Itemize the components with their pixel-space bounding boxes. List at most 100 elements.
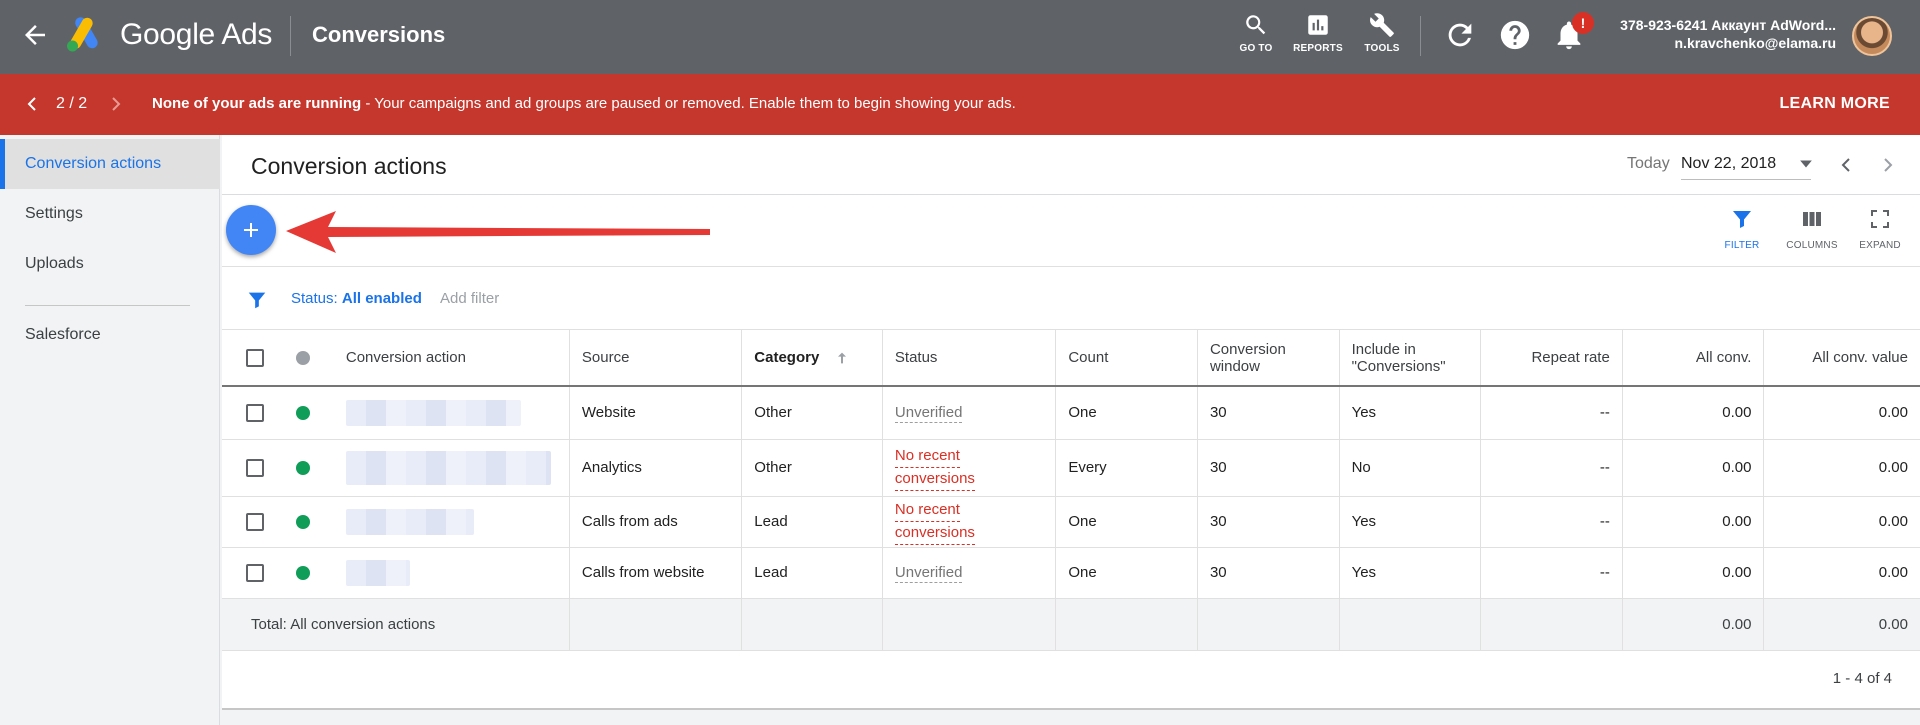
count-cell: Every (1055, 439, 1198, 497)
chevron-right-icon[interactable] (1876, 153, 1900, 177)
count-cell: One (1055, 496, 1198, 548)
go-to-button[interactable]: GO TO (1226, 12, 1286, 62)
conversion-name-redacted[interactable] (345, 399, 521, 426)
conversion-name-cell[interactable] (333, 439, 570, 497)
all-conv-cell: 0.00 (1622, 439, 1765, 497)
col-header-all-conv-value[interactable]: All conv. value (1763, 330, 1920, 387)
category-cell: Other (741, 439, 883, 497)
conversion-name-cell[interactable] (333, 496, 570, 548)
sidebar-item-salesforce[interactable]: Salesforce (0, 310, 220, 360)
account-info[interactable]: 378-923-6241 Аккаунт AdWord... n.kravche… (1620, 16, 1836, 52)
count-cell: One (1055, 386, 1198, 440)
account-name: 378-923-6241 Аккаунт AdWord... (1620, 17, 1836, 33)
status-text[interactable]: Unverified (894, 403, 963, 423)
col-header-status[interactable]: Status (882, 330, 1057, 387)
col-header-all-conv[interactable]: All conv. (1622, 330, 1765, 387)
page-title: Conversion actions (251, 153, 447, 179)
conversion-name-cell[interactable] (333, 547, 570, 599)
row-checkbox[interactable] (246, 512, 264, 531)
status-text-line: No recent (894, 445, 960, 468)
filter-icon (1733, 211, 1751, 228)
col-header-include[interactable]: Include in "Conversions" (1339, 330, 1482, 387)
expand-button[interactable]: EXPAND (1850, 207, 1910, 251)
alert-text: - Your campaigns and ad groups are pause… (361, 95, 1016, 112)
sort-up-icon (837, 352, 846, 364)
refresh-icon[interactable] (1443, 18, 1477, 52)
brand-name: Google Ads (120, 18, 273, 51)
filter-icon (248, 292, 266, 309)
dropdown-arrow-icon[interactable] (1799, 157, 1813, 171)
row-select-cell (222, 439, 268, 497)
status-cell: Unverified (882, 386, 1057, 440)
filter-button[interactable]: FILTER (1712, 207, 1772, 251)
add-filter-button[interactable]: Add filter (440, 290, 499, 307)
columns-icon (1803, 212, 1821, 226)
sidebar: Conversion actions Settings Uploads Sale… (0, 135, 220, 725)
sidebar-item-uploads[interactable]: Uploads (0, 239, 220, 289)
filter-label: FILTER (1724, 240, 1760, 251)
all-conv-cell: 0.00 (1622, 496, 1765, 548)
source-cell: Analytics (569, 439, 743, 497)
all-conv-value-cell: 0.00 (1763, 547, 1920, 599)
status-filter-chip[interactable]: Status: All enabled (291, 290, 422, 307)
status-text[interactable]: No recent conversions (894, 445, 975, 491)
row-checkbox[interactable] (246, 458, 264, 477)
sidebar-item-conversion-actions[interactable]: Conversion actions (0, 139, 220, 189)
conversion-name-redacted[interactable] (345, 450, 551, 485)
col-header-conversion-window[interactable]: Conversion window (1197, 330, 1340, 387)
include-cell: Yes (1339, 547, 1482, 599)
add-conversion-button[interactable] (226, 205, 276, 255)
status-dot-enabled[interactable] (296, 515, 311, 530)
status-dot-header-icon[interactable] (296, 351, 311, 366)
status-dot-enabled[interactable] (296, 461, 311, 476)
filter-bar: Status: All enabled Add filter (222, 268, 1920, 330)
col-header-category[interactable]: Category (741, 330, 883, 387)
source-cell: Website (569, 386, 743, 440)
chevron-left-icon[interactable] (1834, 153, 1858, 177)
status-cell: No recent conversions (882, 496, 1057, 548)
col-header-repeat-rate[interactable]: Repeat rate (1480, 330, 1623, 387)
chevron-left-icon[interactable] (24, 94, 40, 114)
status-text[interactable]: Unverified (894, 563, 963, 583)
repeat-rate-cell: -- (1480, 547, 1623, 599)
status-text-line: conversions (894, 522, 975, 545)
avatar[interactable] (1852, 16, 1892, 56)
columns-button[interactable]: COLUMNS (1782, 207, 1842, 251)
tools-button[interactable]: TOOLS (1352, 12, 1412, 62)
table-row[interactable]: Calls from ads Lead No recent conversions… (222, 496, 1920, 548)
category-cell: Other (741, 386, 883, 440)
tools-label: TOOLS (1364, 43, 1400, 54)
chevron-right-icon[interactable] (108, 94, 124, 114)
date-underline (1681, 179, 1811, 180)
total-empty-cell (882, 598, 1057, 651)
total-empty-cell (1197, 598, 1340, 651)
table-row[interactable]: Website Other Unverified One 30 Yes -- 0… (222, 386, 1920, 440)
learn-more-button[interactable]: LEARN MORE (1779, 95, 1890, 113)
status-dot-enabled[interactable] (296, 566, 311, 581)
row-checkbox[interactable] (246, 563, 264, 582)
source-cell: Calls from ads (569, 496, 743, 548)
col-header-count[interactable]: Count (1055, 330, 1198, 387)
bar-chart-icon (1308, 15, 1328, 35)
all-conv-cell: 0.00 (1622, 547, 1765, 599)
sidebar-item-settings[interactable]: Settings (0, 189, 220, 239)
alert-banner: 2 / 2 None of your ads are running - You… (0, 74, 1920, 135)
reports-label: REPORTS (1293, 43, 1343, 54)
conversion-name-redacted[interactable] (345, 508, 474, 535)
back-arrow-icon[interactable] (20, 20, 50, 50)
status-dot-enabled[interactable] (296, 406, 311, 421)
reports-button[interactable]: REPORTS (1288, 12, 1348, 62)
include-cell: No (1339, 439, 1482, 497)
conversion-name-redacted[interactable] (345, 559, 410, 586)
select-all-checkbox[interactable] (246, 348, 264, 367)
status-text[interactable]: No recent conversions (894, 499, 975, 545)
col-header-source[interactable]: Source (569, 330, 743, 387)
row-checkbox[interactable] (246, 403, 264, 422)
main-header: Conversion actions Today Nov 22, 2018 (222, 135, 1920, 195)
conversion-name-cell[interactable] (333, 386, 570, 440)
table-row[interactable]: Analytics Other No recent conversions Eve… (222, 439, 1920, 497)
date-picker[interactable]: Nov 22, 2018 (1681, 155, 1776, 173)
col-header-conversion-action[interactable]: Conversion action (333, 330, 570, 387)
help-icon[interactable] (1498, 18, 1532, 52)
table-row[interactable]: Calls from website Lead Unverified One 3… (222, 547, 1920, 599)
